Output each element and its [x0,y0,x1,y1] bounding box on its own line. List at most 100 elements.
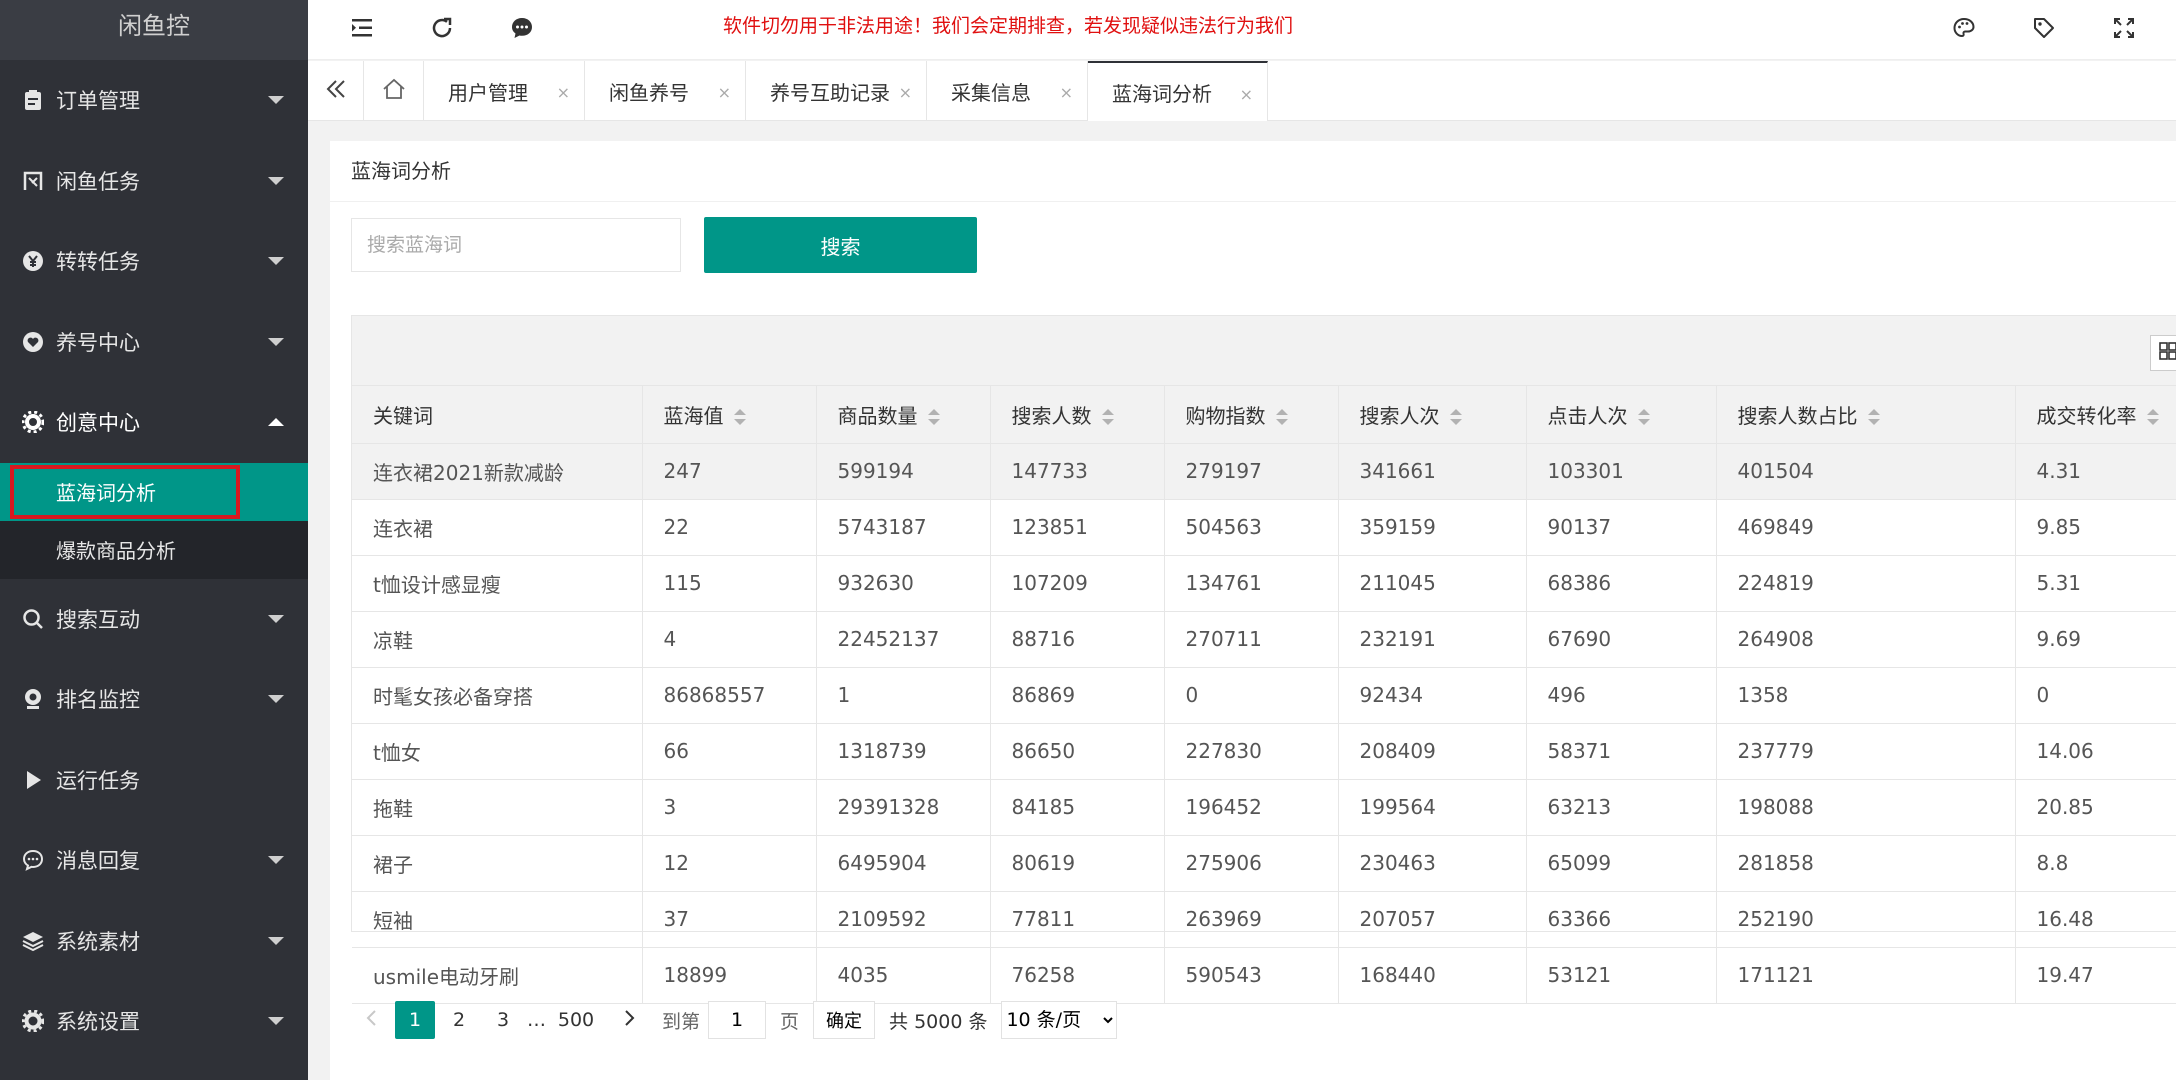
search-input[interactable] [351,218,681,272]
table-cell: 53121 [1526,947,1717,1004]
table-cell: 58371 [1526,723,1717,780]
sort-icon[interactable] [2146,409,2159,426]
message-button[interactable] [492,0,552,60]
table-row[interactable]: 连衣裙2021新款减龄 247 599194 147733 279197 341661 10… [352,443,2176,500]
search-button[interactable]: 搜索 [704,217,977,273]
sidebar-item-system-settings[interactable]: 系统设置 [0,981,308,1062]
prev-page-button[interactable] [351,1001,391,1039]
table-row[interactable]: t恤女 66 1318739 86650 227830 208409 58371 237779… [352,723,2176,780]
tab-label: 养号互助记录 [770,80,890,105]
close-icon[interactable]: × [718,83,731,102]
page-button-last[interactable]: 500 [546,1001,606,1039]
table-row[interactable]: 连衣裙 22 5743187 123851 504563 359159 90137 46984… [352,499,2176,556]
table-row[interactable]: 裙子 12 6495904 80619 275906 230463 65099 281858 8… [352,835,2176,892]
sort-icon[interactable] [1637,409,1650,426]
tab-blue-ocean-words[interactable]: 蓝海词分析 × [1088,61,1268,121]
sidebar-item-creative-center[interactable]: 创意中心 [0,382,308,463]
table-cell: 77811 [990,891,1165,948]
page-button-3[interactable]: 3 [483,1001,523,1039]
refresh-button[interactable] [412,0,472,60]
tab-nurture-mutual-records[interactable]: 养号互助记录 × [746,61,927,121]
tab-user-management[interactable]: 用户管理 × [424,61,585,121]
menu-toggle-button[interactable] [332,0,392,60]
sidebar-subitem-label: 爆款商品分析 [56,539,176,563]
column-header-product-count[interactable]: 商品数量 [816,386,991,444]
sort-icon[interactable] [1275,409,1288,426]
table-row[interactable]: t恤设计感显瘦 115 932630 107209 134761 211045 68386 2… [352,555,2176,612]
column-header-searcher-share[interactable]: 搜索人数占比 [1716,386,2016,444]
next-page-button[interactable] [610,1001,650,1039]
app-logo[interactable]: 闲鱼控 [0,0,308,60]
table-row[interactable]: 凉鞋 4 22452137 88716 270711 232191 67690 264908 9… [352,611,2176,668]
table-cell: 86650 [990,723,1165,780]
sidebar-item-account-nurturing[interactable]: 养号中心 [0,302,308,383]
tag-button[interactable] [2014,0,2074,60]
table-row[interactable]: 时髦女孩必备穿搭 86868557 1 86869 0 92434 496 1358 0 [352,667,2176,724]
sidebar-item-system-materials[interactable]: 系统素材 [0,901,308,982]
table-cell: 凉鞋 [352,611,643,668]
page-button-1[interactable]: 1 [395,1001,435,1039]
column-header-blue-ocean-value[interactable]: 蓝海值 [642,386,817,444]
close-icon[interactable]: × [1240,85,1253,104]
sort-icon[interactable] [1867,409,1880,426]
sidebar-item-zhuanzhuan-tasks[interactable]: 转转任务 [0,221,308,302]
column-header-keyword: 关键词 [352,386,643,444]
data-table: 关键词 蓝海值 商品数量 搜索人数 购物指数 搜索人次 点击人次 搜索人数占比 … [352,386,2176,1004]
page-button-2[interactable]: 2 [439,1001,479,1039]
sort-icon[interactable] [733,409,746,426]
sidebar-item-message-reply[interactable]: 消息回复 [0,820,308,901]
heart-icon [20,329,46,355]
sort-icon[interactable] [1449,409,1462,426]
table-cell: 63366 [1526,891,1717,948]
table-cell: 263969 [1164,891,1339,948]
close-icon[interactable]: × [557,83,570,102]
sidebar-item-label: 系统素材 [56,929,140,954]
sidebar-subitem-blue-ocean-words[interactable]: 蓝海词分析 [0,462,308,521]
close-icon[interactable]: × [1060,83,1073,102]
table-cell: 5743187 [816,499,991,556]
column-header-click-count[interactable]: 点击人次 [1526,386,1717,444]
table-toolbar [352,316,2176,386]
goto-confirm-button[interactable]: 确定 [813,1001,876,1039]
column-header-searchers[interactable]: 搜索人数 [990,386,1165,444]
page-title: 蓝海词分析 [330,141,2176,202]
tabs-scroll-left-button[interactable] [308,61,364,121]
creative-center-submenu: 蓝海词分析 爆款商品分析 [0,462,308,579]
table-row[interactable]: usmile电动牙刷 18899 4035 76258 590543 168440 5312… [352,947,2176,1004]
table-row[interactable]: 拖鞋 3 29391328 84185 196452 199564 63213 198088 2… [352,779,2176,836]
sidebar-item-ranking-monitor[interactable]: 排名监控 [0,659,308,740]
sidebar: 订单管理 闲鱼任务 转转任务 养号中心 创意中心 蓝海词分析 爆款商品分析 搜索… [0,0,308,1080]
main-card: 蓝海词分析 搜索 关键词 蓝海值 商品数量 搜索人数 购物指数 搜索人次 点击人… [330,141,2176,1080]
theme-button[interactable] [1934,0,1994,60]
table-cell: 224819 [1716,555,2016,612]
sidebar-item-orders[interactable]: 订单管理 [0,60,308,141]
tab-label: 蓝海词分析 [1112,81,1212,106]
close-icon[interactable]: × [899,83,912,102]
chevron-left-icon [365,1009,377,1032]
chevron-up-icon [268,418,284,427]
sort-icon[interactable] [1101,409,1114,426]
sidebar-item-xianyu-tasks[interactable]: 闲鱼任务 [0,141,308,222]
column-filter-button[interactable] [2150,335,2176,371]
sidebar-item-label: 系统设置 [56,1010,140,1035]
column-header-shopping-index[interactable]: 购物指数 [1164,386,1339,444]
fullscreen-button[interactable] [2094,0,2154,60]
sort-icon[interactable] [927,409,940,426]
goto-page-input[interactable] [708,1001,767,1039]
table-cell: 86869 [990,667,1165,724]
tab-xianyu-nurture[interactable]: 闲鱼养号 × [585,61,746,121]
tab-home[interactable] [364,61,424,121]
column-header-conversion-rate[interactable]: 成交转化率 [2015,386,2176,444]
column-header-search-count[interactable]: 搜索人次 [1338,386,1527,444]
tab-collected-info[interactable]: 采集信息 × [927,61,1088,121]
sidebar-subitem-hot-products[interactable]: 爆款商品分析 [0,521,308,579]
chevron-down-icon [268,614,284,623]
grid-icon [2158,341,2176,366]
gear-icon [20,409,46,435]
table-cell: 短袖 [352,891,643,948]
sidebar-item-running-tasks[interactable]: 运行任务 [0,740,308,821]
page-size-select[interactable]: 10 条/页 [1001,1001,1118,1039]
sidebar-item-label: 创意中心 [56,411,140,436]
table-row[interactable]: 短袖 37 2109592 77811 263969 207057 63366 252190 1… [352,891,2176,948]
sidebar-item-search-interaction[interactable]: 搜索互动 [0,579,308,660]
